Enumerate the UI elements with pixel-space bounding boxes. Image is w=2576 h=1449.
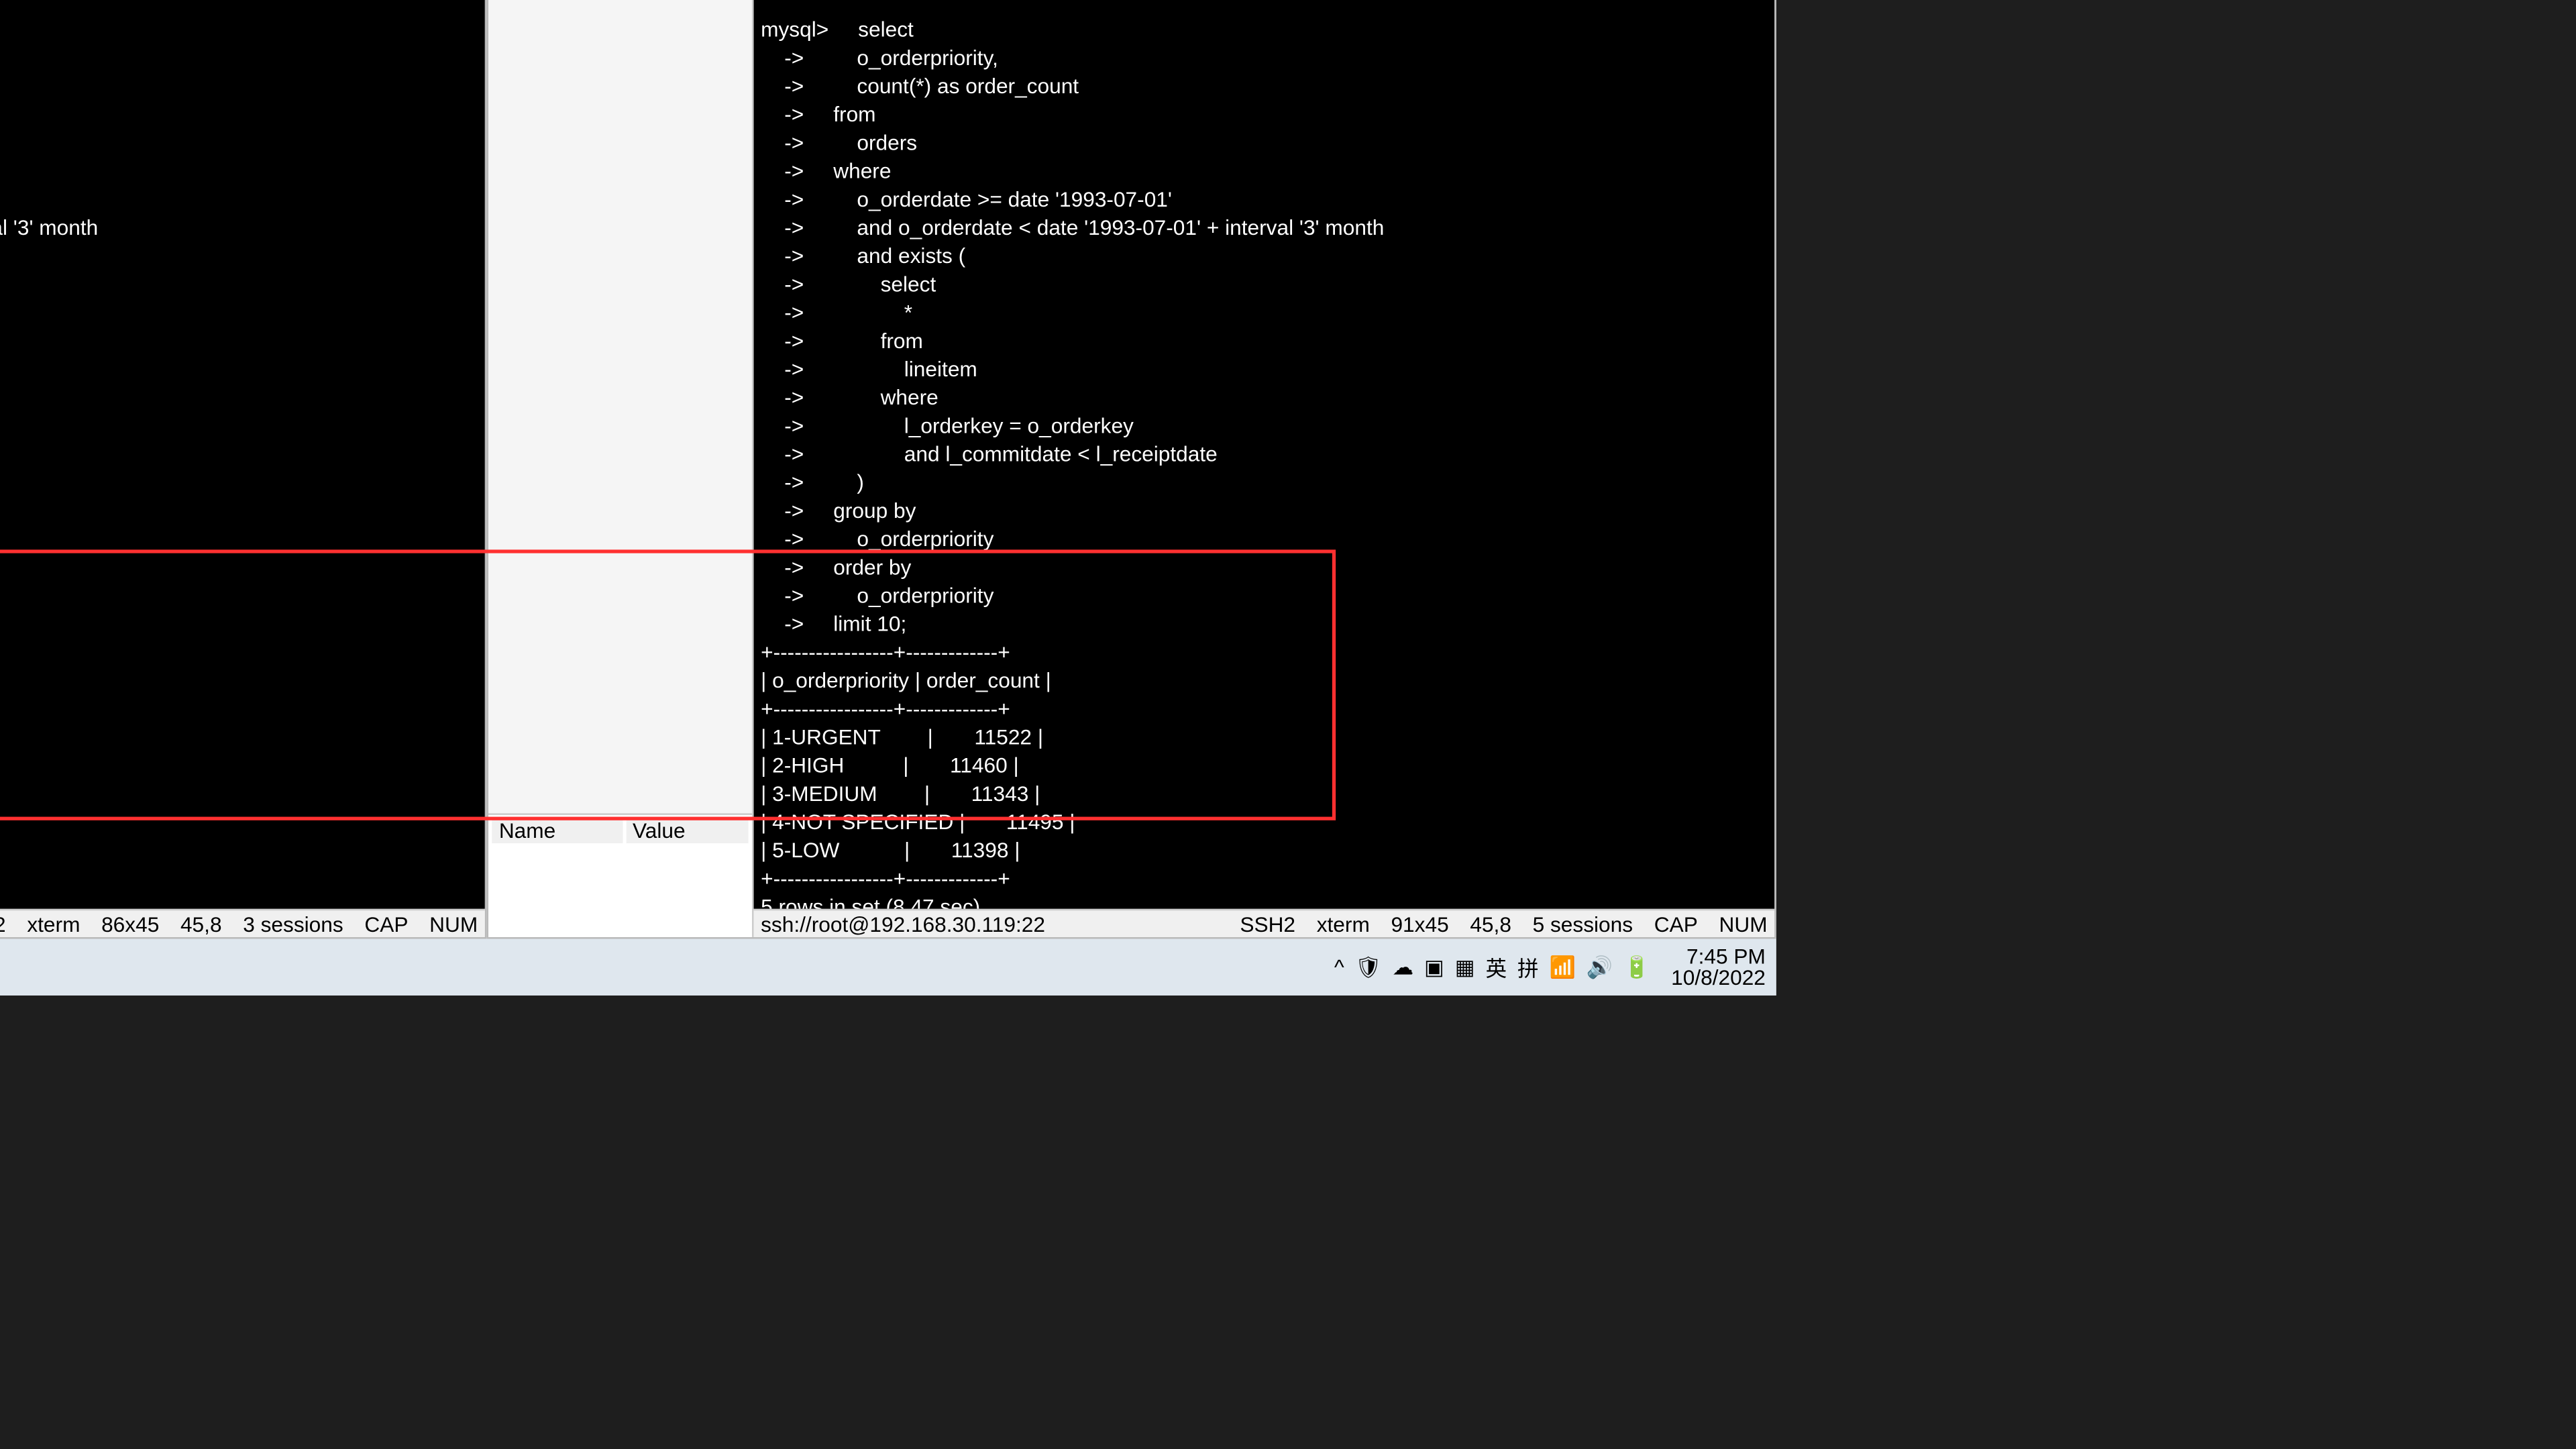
tray-chevron-icon[interactable]: ^ (1334, 955, 1344, 979)
terminal-output: [root@htap ~]# [root@htap ~]# [root@htap… (761, 0, 1428, 909)
battery-icon[interactable]: 🔋 (1623, 955, 1650, 979)
volume-icon[interactable]: 🔊 (1587, 955, 1613, 979)
statusbar-right: ssh://root@192.168.30.119:22 SSH2 xterm … (754, 909, 1775, 937)
windows-taskbar[interactable]: ⊞ 🔍 ▭ 📁 ◉ N W ^ 🛡 ☁ ▣ ▦ 英 拼 📶 🔊 🔋 7:45 (0, 939, 1776, 996)
terminal-right[interactable]: [root@htap ~]# [root@htap ~]# [root@htap… (754, 0, 1775, 909)
tray-cloud-icon[interactable]: ☁ (1393, 955, 1414, 979)
tray-app-icon[interactable]: ▣ (1424, 955, 1444, 979)
xshell-window-right: 192.168.30.119 - root@htap:~ - Xshell 6 … (486, 0, 1776, 939)
taskbar-clock[interactable]: 7:45 PM 10/8/2022 (1671, 946, 1766, 988)
xshell-window-left: 192.168.30.238 - root@zsl:/stonedb56/ins… (0, 0, 486, 939)
ime-mode-icon[interactable]: 拼 (1517, 952, 1539, 982)
terminal-output: mysql> quit Bye You have new mail in /va… (0, 0, 142, 909)
session-manager-right: Session Manager📌 ✕ ▾All Sessions ▾Links … (488, 0, 754, 937)
properties-panel-right: NameValue (488, 813, 752, 937)
ime-lang-icon[interactable]: 英 (1486, 952, 1507, 982)
wifi-icon[interactable]: 📶 (1550, 955, 1576, 979)
tray-app-icon[interactable]: ▦ (1455, 955, 1475, 979)
system-tray[interactable]: ^ 🛡 ☁ ▣ ▦ 英 拼 📶 🔊 🔋 7:45 PM 10/8/2022 (1334, 946, 1766, 988)
session-tree-right[interactable]: ▾All Sessions ▾Links 192.168.20.233 192.… (488, 0, 752, 813)
statusbar-left: ssh://root@192.168.30.238:22 SSH2 xterm … (0, 909, 485, 937)
tray-shield-icon[interactable]: 🛡 (1355, 955, 1382, 979)
terminal-left[interactable]: mysql> quit Bye You have new mail in /va… (0, 0, 485, 909)
